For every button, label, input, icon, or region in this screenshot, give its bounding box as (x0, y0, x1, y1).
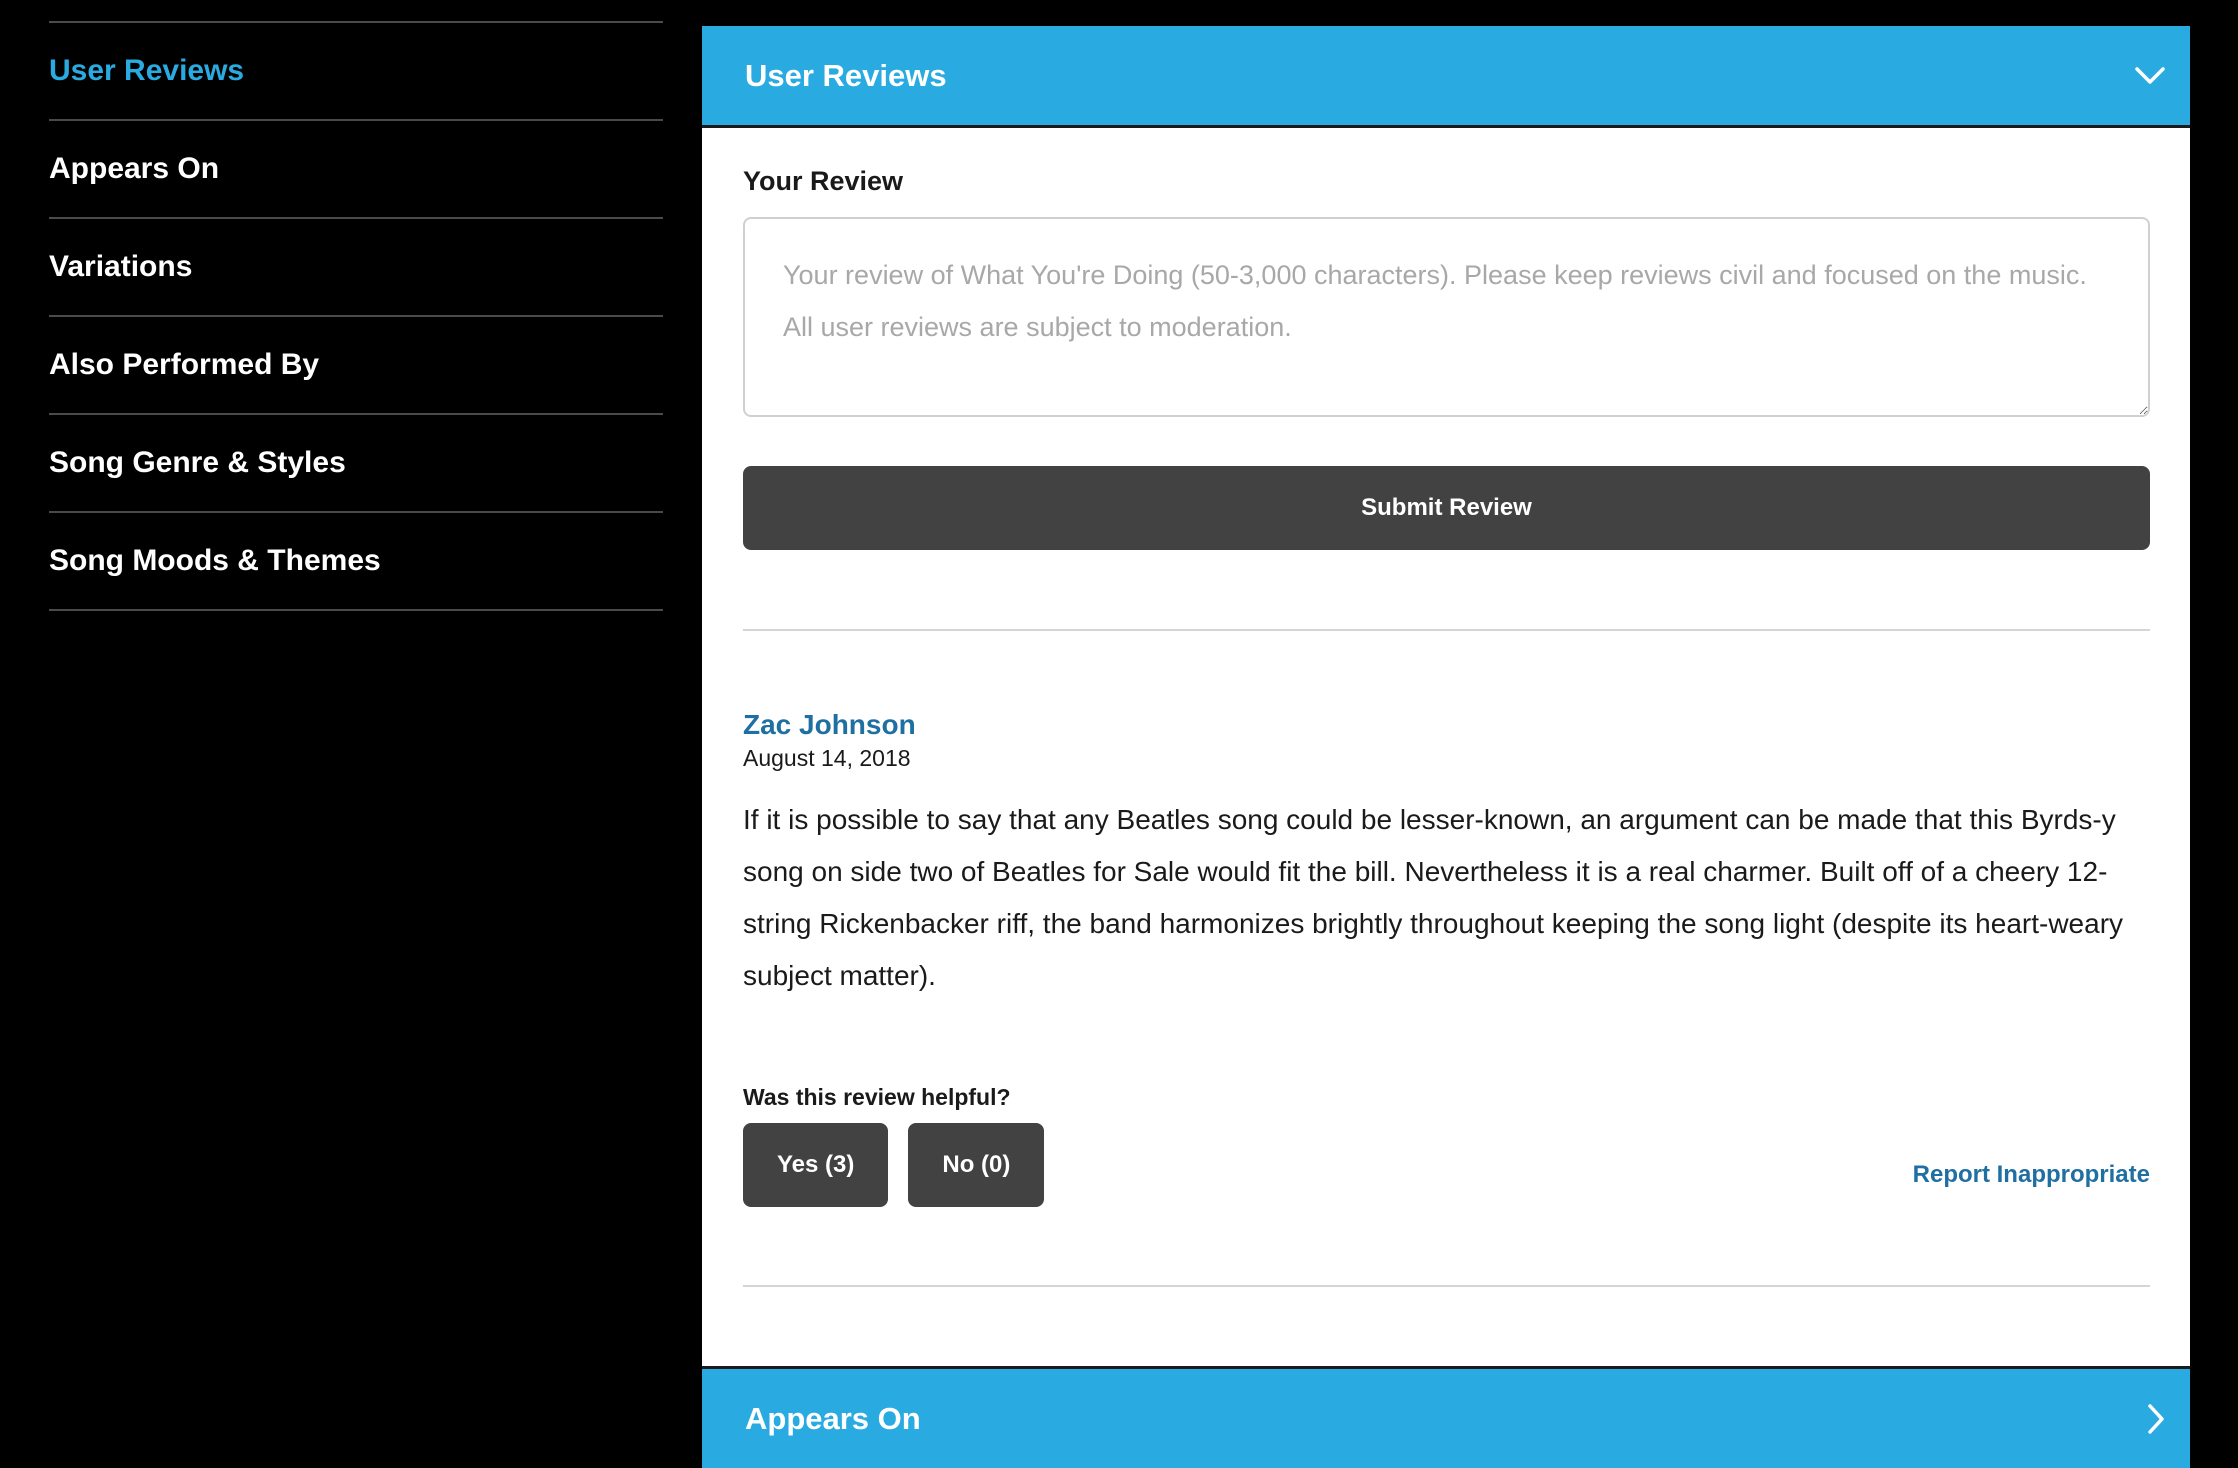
sidebar-item-label: User Reviews (49, 54, 245, 87)
helpful-no-button[interactable]: No (0) (908, 1123, 1045, 1207)
helpful-yes-button[interactable]: Yes (3) (743, 1123, 889, 1207)
report-inappropriate-link[interactable]: Report Inappropriate (1913, 1161, 2150, 1189)
review-item: Zac Johnson August 14, 2018 If it is pos… (743, 631, 2150, 1207)
review-date: August 14, 2018 (743, 745, 911, 771)
sidebar-item-label: Appears On (49, 152, 220, 185)
sidebar-item-label: Variations (49, 250, 193, 283)
main-panel: User Reviews Your Review Submit Review Z… (702, 26, 2190, 1468)
sidebar-item-label: Song Genre & Styles (49, 446, 346, 479)
your-review-label: Your Review (743, 166, 904, 196)
helpful-prompt: Was this review helpful? (743, 1084, 1011, 1110)
submit-review-button[interactable]: Submit Review (743, 466, 2150, 550)
sidebar-item-user-reviews[interactable]: User Reviews (49, 23, 663, 121)
user-reviews-accordion-header[interactable]: User Reviews (702, 26, 2190, 128)
sidebar-item-appears-on[interactable]: Appears On (49, 121, 663, 219)
appears-on-accordion-header[interactable]: Appears On (702, 1366, 2190, 1468)
reviewer-name-link[interactable]: Zac Johnson (743, 709, 916, 741)
chevron-right-icon[interactable] (2146, 1403, 2166, 1435)
user-reviews-content: Your Review Submit Review Zac Johnson Au… (702, 166, 2190, 1287)
sidebar-list: User Reviews Appears On Variations Also … (49, 21, 663, 611)
sidebar-item-also-performed-by[interactable]: Also Performed By (49, 317, 663, 415)
sidebar-item-variations[interactable]: Variations (49, 219, 663, 317)
divider (743, 1285, 2150, 1287)
review-textarea[interactable] (743, 217, 2150, 417)
appears-on-title: Appears On (745, 1400, 921, 1436)
chevron-down-icon[interactable] (2134, 66, 2166, 86)
review-text: If it is possible to say that any Beatle… (743, 804, 2124, 991)
sidebar-nav: User Reviews Appears On Variations Also … (49, 21, 663, 611)
sidebar-item-label: Song Moods & Themes (49, 544, 381, 577)
sidebar-item-song-moods-themes[interactable]: Song Moods & Themes (49, 513, 663, 611)
helpful-row: Yes (3) No (0) Report Inappropriate (743, 1123, 2150, 1207)
sidebar-item-label: Also Performed By (49, 348, 320, 381)
vote-buttons: Yes (3) No (0) (743, 1123, 1045, 1207)
sidebar-item-song-genre-styles[interactable]: Song Genre & Styles (49, 415, 663, 513)
user-reviews-title: User Reviews (745, 57, 947, 93)
